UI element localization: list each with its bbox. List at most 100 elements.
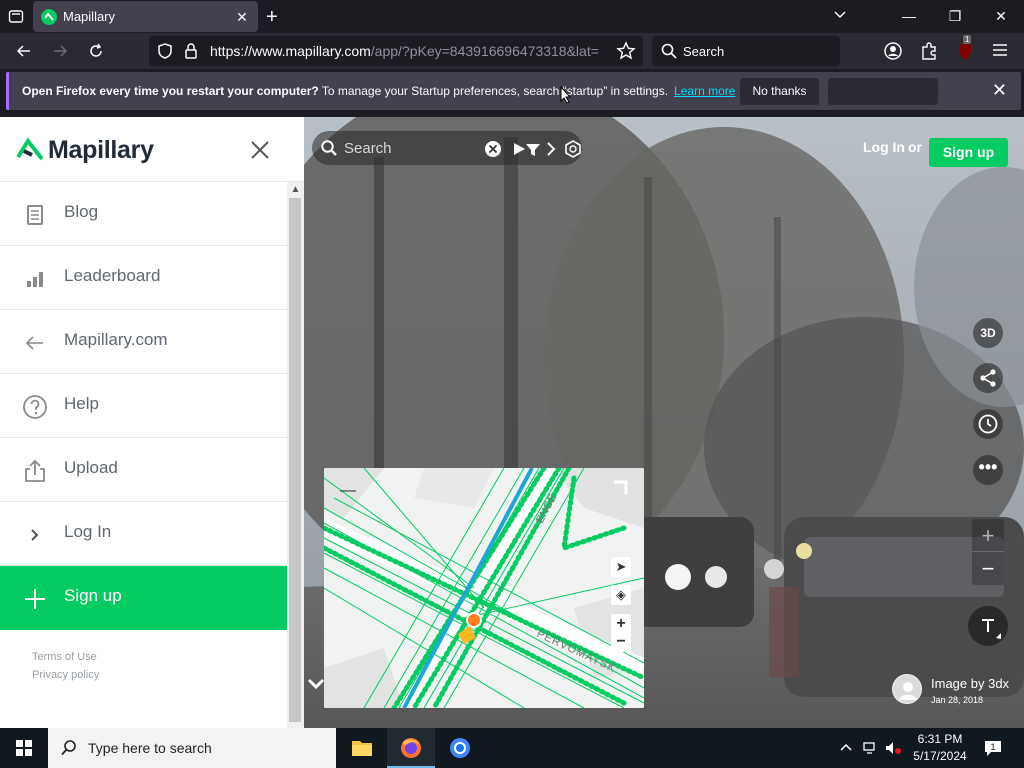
- tab-list-icon[interactable]: [8, 8, 24, 24]
- search-icon: [660, 42, 680, 62]
- clock-history-icon[interactable]: [973, 409, 1003, 439]
- sidebar-footer: Terms of Use Privacy policy: [0, 630, 287, 684]
- windows-taskbar: Type here to search 6:31 PM 5/17/2024 1: [0, 728, 1024, 768]
- mapillary-logo[interactable]: Mapillary: [16, 135, 154, 165]
- scroll-up-arrow-icon[interactable]: ▲: [290, 184, 301, 195]
- url-bar[interactable]: https://www.mapillary.com/app/?pKey=8439…: [149, 36, 643, 66]
- page-content: Mapillary Blog Leaderboard Mapillary.com…: [0, 117, 1024, 728]
- sidebar-item-label: Help: [64, 394, 99, 413]
- share-icon[interactable]: [973, 363, 1003, 393]
- document-icon: [22, 202, 48, 228]
- extension-badge: 1: [963, 35, 972, 44]
- restore-button[interactable]: ❐: [932, 0, 978, 33]
- viewer-sign-up-button[interactable]: Sign up: [929, 138, 1008, 167]
- privacy-policy-link[interactable]: Privacy policy: [32, 666, 287, 684]
- compass-icon[interactable]: [968, 606, 1008, 646]
- startup-notification-bar: Open Firefox every time you restart your…: [6, 72, 1021, 110]
- sidebar-item-label: Upload: [64, 458, 118, 477]
- sidebar-menu: Mapillary Blog Leaderboard Mapillary.com…: [0, 117, 304, 728]
- bookmark-star-icon[interactable]: [616, 41, 636, 61]
- taskbar-clock[interactable]: 6:31 PM 5/17/2024: [900, 731, 980, 765]
- terms-of-use-link[interactable]: Terms of Use: [32, 648, 287, 666]
- tab-close-icon[interactable]: ✕: [232, 7, 252, 27]
- clear-circle-icon[interactable]: [484, 140, 502, 158]
- brand-name: Mapillary: [48, 135, 154, 164]
- map-layers-icon[interactable]: ◈: [611, 585, 631, 605]
- list-all-tabs-chevron-icon[interactable]: [832, 6, 848, 27]
- viewer-zoom-controls: + −: [972, 519, 1004, 585]
- viewer-search-box[interactable]: Search: [312, 131, 582, 165]
- sidebar-item-mapillary-com[interactable]: Mapillary.com: [0, 310, 287, 374]
- search-icon: [61, 740, 76, 756]
- notifications-icon[interactable]: 1: [983, 738, 1003, 768]
- street-image-viewer[interactable]: Search Log In or Sign up 3D ••• + − Imag…: [304, 117, 1024, 728]
- or-text: or: [908, 139, 922, 155]
- question-icon: [22, 394, 48, 420]
- extensions-puzzle-icon[interactable]: [919, 41, 939, 61]
- 3d-toggle-button[interactable]: 3D: [973, 318, 1003, 348]
- mouse-cursor-icon: [560, 85, 572, 104]
- chevron-right-icon[interactable]: [542, 140, 560, 158]
- shield-icon[interactable]: [156, 42, 176, 62]
- filter-icon[interactable]: [524, 140, 542, 158]
- upload-icon: [22, 458, 48, 484]
- scrollbar-thumb[interactable]: [289, 198, 301, 722]
- sidebar-close-icon[interactable]: [249, 139, 271, 161]
- zoom-out-icon[interactable]: −: [972, 552, 1004, 585]
- hamburger-menu-icon[interactable]: [991, 41, 1011, 61]
- new-tab-icon[interactable]: +: [266, 6, 278, 29]
- notification-action-button[interactable]: [828, 78, 938, 105]
- viewer-prev-chevron-icon[interactable]: [306, 674, 326, 694]
- back-arrow-icon[interactable]: [11, 38, 37, 64]
- sidebar-item-upload[interactable]: Upload: [0, 438, 287, 502]
- navigation-toolbar: https://www.mapillary.com/app/?pKey=8439…: [0, 33, 1024, 69]
- viewer-search-placeholder: Search: [344, 140, 392, 157]
- map-canvas: ENGE PERVOMAYSK: [324, 468, 644, 708]
- chrome-taskbar-icon[interactable]: [436, 728, 484, 768]
- url-text[interactable]: https://www.mapillary.com/app/?pKey=8439…: [210, 43, 610, 59]
- ublock-extension-icon[interactable]: 1: [955, 35, 975, 61]
- network-icon[interactable]: [862, 740, 880, 768]
- zoom-in-icon[interactable]: +: [972, 519, 1004, 552]
- cube-icon[interactable]: [564, 140, 582, 158]
- close-window-button[interactable]: ✕: [978, 0, 1024, 33]
- mini-map[interactable]: ENGE PERVOMAYSK — ➤ ◈ + −: [324, 468, 644, 708]
- sidebar-scrollbar[interactable]: ▲: [287, 182, 304, 728]
- notification-message: Open Firefox every time you restart your…: [22, 84, 736, 98]
- tab-mapillary[interactable]: Mapillary ✕: [33, 1, 258, 32]
- reload-icon[interactable]: [83, 38, 109, 64]
- minimize-map-icon[interactable]: —: [340, 482, 356, 500]
- viewer-log-in-link[interactable]: Log In: [863, 139, 905, 155]
- sidebar-item-sign-up[interactable]: Sign up: [0, 566, 287, 630]
- sidebar-item-label: Mapillary.com: [64, 330, 168, 349]
- firefox-taskbar-icon[interactable]: [387, 728, 435, 768]
- locate-me-icon[interactable]: ➤: [611, 557, 631, 577]
- more-options-icon[interactable]: •••: [973, 455, 1003, 485]
- mapillary-logo-icon: [16, 137, 44, 161]
- clock-time: 6:31 PM: [917, 732, 963, 746]
- sidebar-item-label: Sign up: [64, 586, 122, 605]
- taskbar-search-box[interactable]: Type here to search: [48, 728, 336, 768]
- no-thanks-button[interactable]: No thanks: [740, 78, 819, 105]
- sidebar-item-blog[interactable]: Blog: [0, 182, 287, 246]
- current-position-marker: [466, 612, 482, 628]
- sidebar-item-log-in[interactable]: Log In: [0, 502, 287, 566]
- forward-arrow-icon[interactable]: [47, 38, 73, 64]
- lock-icon[interactable]: [182, 42, 202, 62]
- chevron-right-icon: [22, 522, 48, 548]
- image-date: Jan 28, 2018: [931, 695, 984, 705]
- show-hidden-icons-chevron-icon[interactable]: [838, 740, 854, 768]
- map-zoom-out-icon[interactable]: −: [611, 632, 631, 652]
- sidebar-item-leaderboard[interactable]: Leaderboard: [0, 246, 287, 310]
- minimize-button[interactable]: —: [886, 0, 932, 33]
- map-zoom-in-icon[interactable]: +: [611, 614, 631, 634]
- learn-more-link[interactable]: Learn more: [674, 84, 735, 98]
- windows-start-icon[interactable]: [0, 728, 48, 768]
- notification-close-icon[interactable]: ✕: [992, 80, 1007, 101]
- search-bar[interactable]: Search: [652, 36, 840, 66]
- taskbar-search-placeholder: Type here to search: [88, 740, 212, 756]
- account-icon[interactable]: [883, 41, 903, 61]
- file-explorer-icon[interactable]: [338, 728, 386, 768]
- sidebar-item-help[interactable]: Help: [0, 374, 287, 438]
- clock-date: 5/17/2024: [913, 749, 967, 763]
